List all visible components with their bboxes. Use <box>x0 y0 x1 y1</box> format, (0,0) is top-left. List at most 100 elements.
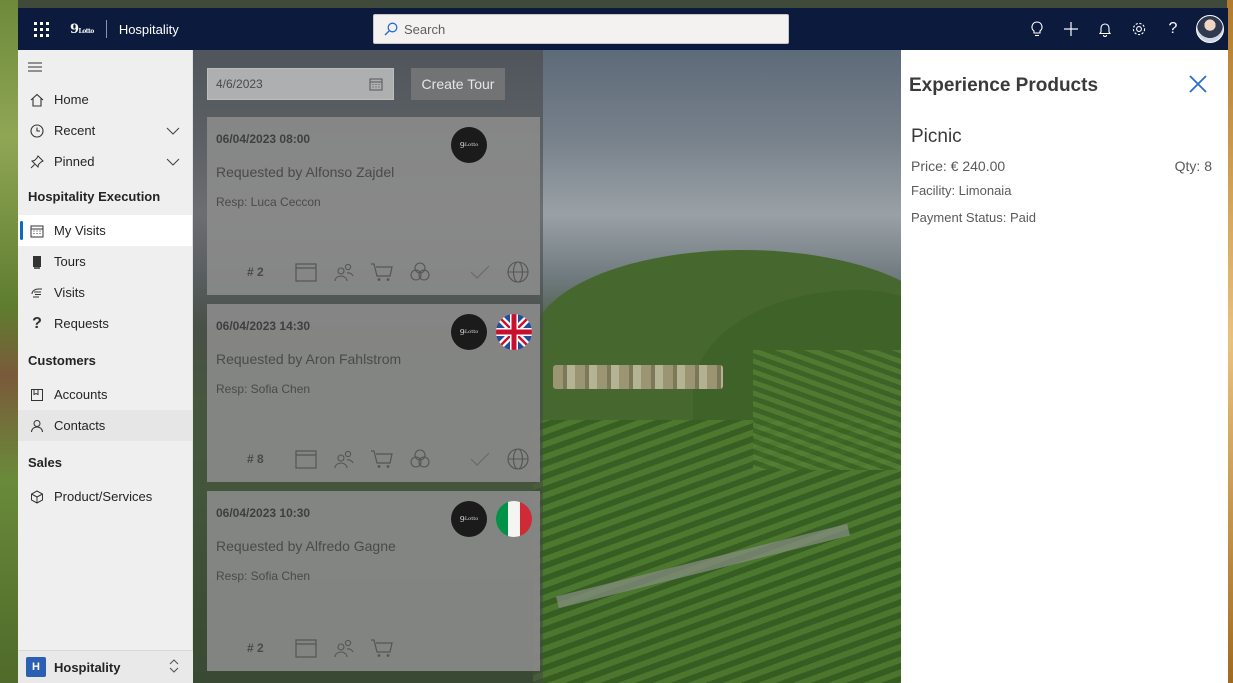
top-bar: 9Lotto Hospitality Search ? <box>18 8 1228 50</box>
people-icon[interactable] <box>325 259 363 285</box>
visit-datetime: 06/04/2023 08:00 <box>216 132 311 146</box>
sidebar-item-label: Product/Services <box>54 489 153 504</box>
guest-count: # 8 <box>247 452 264 466</box>
box-icon <box>28 489 46 504</box>
help-icon[interactable]: ? <box>1156 8 1190 50</box>
background-image-strip-left <box>0 0 18 683</box>
sidebar: Home Recent Pinned Hospitality Execution… <box>18 50 193 683</box>
visit-card[interactable]: 06/04/2023 10:30 Requested by Alfredo Ga… <box>207 491 540 671</box>
sidebar-item-visits[interactable]: Visits <box>18 277 192 308</box>
cart-icon[interactable] <box>363 635 401 661</box>
coins-icon[interactable] <box>401 446 439 472</box>
product-qty: Qty: 8 <box>1174 158 1212 174</box>
people-icon[interactable] <box>325 635 363 661</box>
sidebar-item-label: My Visits <box>54 223 106 238</box>
pin-icon <box>28 154 46 169</box>
sidebar-item-contacts[interactable]: Contacts <box>18 410 192 441</box>
app-launcher-button[interactable] <box>18 8 64 50</box>
product-facility: Facility: Limonaia <box>911 183 1012 198</box>
brand-separator <box>105 20 107 38</box>
chevron-down-icon[interactable] <box>166 123 180 138</box>
sidebar-item-label: Pinned <box>54 154 95 169</box>
chevron-down-icon[interactable] <box>166 154 180 169</box>
card-actions: # 2 <box>247 635 537 661</box>
cart-icon[interactable] <box>363 259 401 285</box>
panel-title: Experience Products <box>909 75 1099 96</box>
brand-logo[interactable]: 9Lotto <box>70 22 94 37</box>
hamburger-icon <box>28 62 42 72</box>
calendar-icon[interactable] <box>287 259 325 285</box>
card-actions: # 8 <box>247 446 537 472</box>
waffle-icon <box>33 21 49 37</box>
sidebar-item-label: Visits <box>54 285 85 300</box>
coins-icon[interactable] <box>401 259 439 285</box>
top-actions: ? <box>1020 8 1224 50</box>
area-badge: H <box>26 657 46 677</box>
sidebar-group-hospitality-execution: Hospitality Execution <box>28 188 161 204</box>
sidebar-item-recent[interactable]: Recent <box>18 115 192 146</box>
sidebar-item-product-services[interactable]: Product/Services <box>18 481 192 512</box>
hamburger-menu-button[interactable] <box>18 50 192 84</box>
visit-responsible: Resp: Luca Ceccon <box>216 195 321 209</box>
cart-icon[interactable] <box>363 446 401 472</box>
close-icon[interactable] <box>1186 72 1210 96</box>
hand-icon <box>28 286 46 300</box>
visit-responsible: Resp: Sofia Chen <box>216 569 311 583</box>
tour-icon <box>28 255 46 269</box>
sidebar-item-label: Accounts <box>54 387 108 402</box>
globe-icon[interactable] <box>499 446 537 472</box>
calendar-icon[interactable] <box>287 635 325 661</box>
area-label: Hospitality <box>54 659 121 675</box>
calendar-icon <box>28 224 46 238</box>
date-picker-input[interactable]: 4/6/2023 <box>207 68 394 100</box>
sidebar-item-accounts[interactable]: Accounts <box>18 379 192 410</box>
visit-datetime: 06/04/2023 10:30 <box>216 506 311 520</box>
question-icon: ? <box>32 314 42 332</box>
sidebar-item-tours[interactable]: Tours <box>18 246 192 277</box>
visit-card[interactable]: 06/04/2023 14:30 Requested by Aron Fahls… <box>207 304 540 482</box>
search-input[interactable]: Search <box>373 14 789 44</box>
app-name[interactable]: Hospitality <box>119 22 179 37</box>
globe-icon[interactable] <box>499 259 537 285</box>
people-icon[interactable] <box>325 446 363 472</box>
visit-requester: Requested by Aron Fahlstrom <box>216 351 402 367</box>
visit-datetime: 06/04/2023 14:30 <box>216 319 311 333</box>
sidebar-item-pinned[interactable]: Pinned <box>18 146 192 177</box>
brand-logo-badge: 9 Lotto <box>451 314 487 350</box>
search-placeholder: Search <box>404 21 446 37</box>
brand-logo-badge: 9 Lotto <box>451 127 487 163</box>
visit-requester: Requested by Alfredo Gagne <box>216 538 396 554</box>
calendar-icon[interactable] <box>369 77 383 94</box>
visit-card[interactable]: 06/04/2023 08:00 Requested by Alfonso Za… <box>207 117 540 295</box>
accounts-icon <box>28 388 46 402</box>
gear-icon[interactable] <box>1122 8 1156 50</box>
brand-logo-badge: 9 Lotto <box>451 501 487 537</box>
sidebar-item-label: Requests <box>54 316 109 331</box>
experience-products-panel: Experience Products Picnic Price: € 240.… <box>901 50 1228 683</box>
sidebar-item-label: Contacts <box>54 418 106 433</box>
sidebar-item-label: Recent <box>54 123 96 138</box>
calendar-icon[interactable] <box>287 446 325 472</box>
guest-count: # 2 <box>247 641 264 655</box>
lightbulb-icon[interactable] <box>1020 8 1054 50</box>
plus-icon[interactable] <box>1054 8 1088 50</box>
product-price: Price: € 240.00 <box>911 158 1006 174</box>
sidebar-item-label: Home <box>54 92 89 107</box>
sidebar-item-my-visits[interactable]: My Visits <box>18 215 192 246</box>
sidebar-group-sales: Sales <box>28 454 62 470</box>
sidebar-item-home[interactable]: Home <box>18 84 192 115</box>
area-switcher[interactable]: H Hospitality <box>18 650 193 683</box>
uk-flag-icon <box>496 314 532 350</box>
date-value: 4/6/2023 <box>216 77 263 91</box>
person-icon <box>28 419 46 433</box>
sidebar-item-requests[interactable]: ? Requests <box>18 308 192 339</box>
create-tour-button[interactable]: Create Tour <box>411 68 505 100</box>
home-icon <box>28 93 46 107</box>
user-avatar[interactable] <box>1196 15 1224 43</box>
card-actions: # 2 <box>247 259 537 285</box>
checkmark-icon[interactable] <box>461 446 499 472</box>
checkmark-icon[interactable] <box>461 259 499 285</box>
sidebar-item-label: Tours <box>54 254 86 269</box>
bell-icon[interactable] <box>1088 8 1122 50</box>
payment-status: Payment Status: Paid <box>911 210 1037 225</box>
